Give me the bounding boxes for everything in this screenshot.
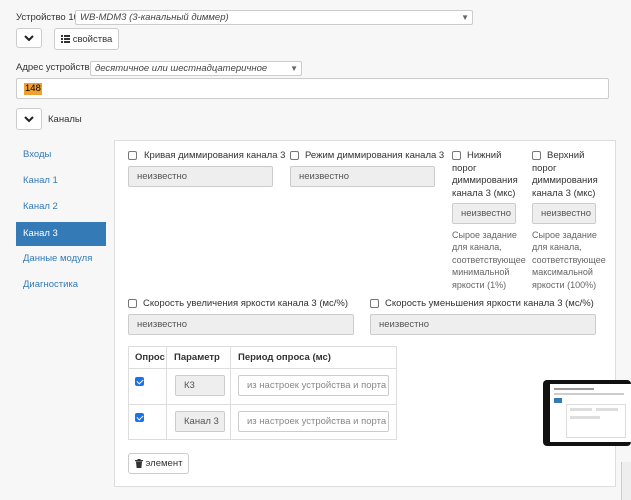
- collapse-device-button[interactable]: [16, 28, 42, 48]
- high-help-l4: максимальной: [532, 267, 593, 277]
- high-threshold-label-l3: диммирования: [532, 175, 598, 186]
- address-input[interactable]: 148: [16, 78, 609, 99]
- chevron-down-icon: ▼: [461, 13, 469, 22]
- chevron-down-icon: ▼: [290, 64, 298, 73]
- high-help-l3: соответствующее: [532, 255, 606, 265]
- trash-icon: [134, 459, 143, 468]
- poll-row-2-period-input[interactable]: из настроек устройства и порта: [238, 411, 389, 432]
- sidebar-item-module-data[interactable]: Данные модуля: [16, 247, 106, 271]
- high-threshold-label-l1: Верхний: [547, 150, 585, 161]
- speed-up-field[interactable]: неизвестно: [128, 314, 354, 335]
- low-help-l3: соответствующее: [452, 255, 526, 265]
- speed-up-label: Скорость увеличения яркости канала 3 (мс…: [143, 298, 349, 309]
- device-select[interactable]: WB-MDM3 (3-канальный диммер) ▼: [75, 10, 473, 25]
- device-select-value: WB-MDM3 (3-канальный диммер): [80, 12, 229, 23]
- poll-row-2-checkbox[interactable]: [135, 413, 144, 422]
- chevron-down-icon: [24, 115, 34, 122]
- side-scroll-handle[interactable]: [621, 462, 631, 500]
- sidebar-item-channel-3[interactable]: Канал 3: [16, 222, 106, 246]
- poll-header-poll: Опрос: [135, 352, 165, 363]
- address-value: 148: [24, 83, 42, 95]
- channels-label: Каналы: [48, 114, 82, 125]
- high-help-l1: Сырое задание: [532, 230, 597, 240]
- speed-down-label: Скорость уменьшения яркости канала 3 (мс…: [385, 298, 594, 309]
- mode-checkbox[interactable]: [290, 151, 299, 160]
- sidebar-item-inputs[interactable]: Входы: [16, 143, 106, 167]
- sidebar-item-channel-1[interactable]: Канал 1: [16, 169, 106, 193]
- add-element-button[interactable]: элемент: [128, 453, 189, 474]
- high-threshold-label-l4: канала 3 (мкс): [532, 188, 596, 199]
- curve-checkbox[interactable]: [128, 151, 137, 160]
- mode-label: Режим диммирования канала 3: [305, 150, 445, 161]
- address-format-select[interactable]: десятичное или шестнадцатеричное значени…: [90, 61, 302, 87]
- properties-button[interactable]: свойства: [54, 28, 119, 50]
- chevron-down-icon: [24, 34, 34, 41]
- device-label: Устройство 10: [16, 12, 79, 23]
- poll-header-period: Период опроса (мс): [238, 352, 331, 363]
- mode-field[interactable]: неизвестно: [290, 166, 435, 187]
- sidebar-item-diagnostics[interactable]: Диагностика: [16, 273, 106, 297]
- poll-row-1-period-input[interactable]: из настроек устройства и порта: [238, 375, 389, 396]
- low-threshold-label-l2: порог: [452, 163, 477, 174]
- low-threshold-label-l1: Нижний: [467, 150, 502, 161]
- low-threshold-label-l4: канала 3 (мкс): [452, 188, 516, 199]
- high-threshold-field[interactable]: неизвестно: [532, 203, 596, 224]
- poll-header-param: Параметр: [174, 352, 220, 363]
- low-threshold-label-l3: диммирования: [452, 175, 518, 186]
- poll-row-1-param: К3: [175, 375, 225, 396]
- speed-down-field[interactable]: неизвестно: [370, 314, 596, 335]
- high-threshold-label-l2: порог: [532, 163, 557, 174]
- low-help-l4: минимальной: [452, 267, 510, 277]
- preview-screen: [550, 384, 631, 442]
- properties-button-label: свойства: [72, 33, 113, 45]
- preview-thumbnail[interactable]: [543, 380, 631, 446]
- curve-label: Кривая диммирования канала 3: [144, 150, 286, 161]
- list-icon: [60, 35, 70, 43]
- low-help-l1: Сырое задание: [452, 230, 517, 240]
- curve-field[interactable]: неизвестно: [128, 166, 273, 187]
- poll-row-1-checkbox[interactable]: [135, 377, 144, 386]
- add-element-label: элемент: [145, 458, 183, 469]
- high-help-l2: для канала,: [532, 242, 582, 252]
- speed-up-checkbox[interactable]: [128, 299, 137, 308]
- low-threshold-checkbox[interactable]: [452, 151, 461, 160]
- low-threshold-field[interactable]: неизвестно: [452, 203, 516, 224]
- low-help-l2: для канала,: [452, 242, 502, 252]
- low-help-l5: яркости (1%): [452, 280, 507, 290]
- high-threshold-checkbox[interactable]: [532, 151, 541, 160]
- address-label: Адрес устройства: [16, 62, 95, 73]
- high-help-l5: яркости (100%): [532, 280, 597, 290]
- poll-row-2-param: Канал 3: [175, 411, 225, 432]
- sidebar-item-channel-2[interactable]: Канал 2: [16, 195, 106, 219]
- speed-down-checkbox[interactable]: [370, 299, 379, 308]
- collapse-channels-button[interactable]: [16, 108, 42, 130]
